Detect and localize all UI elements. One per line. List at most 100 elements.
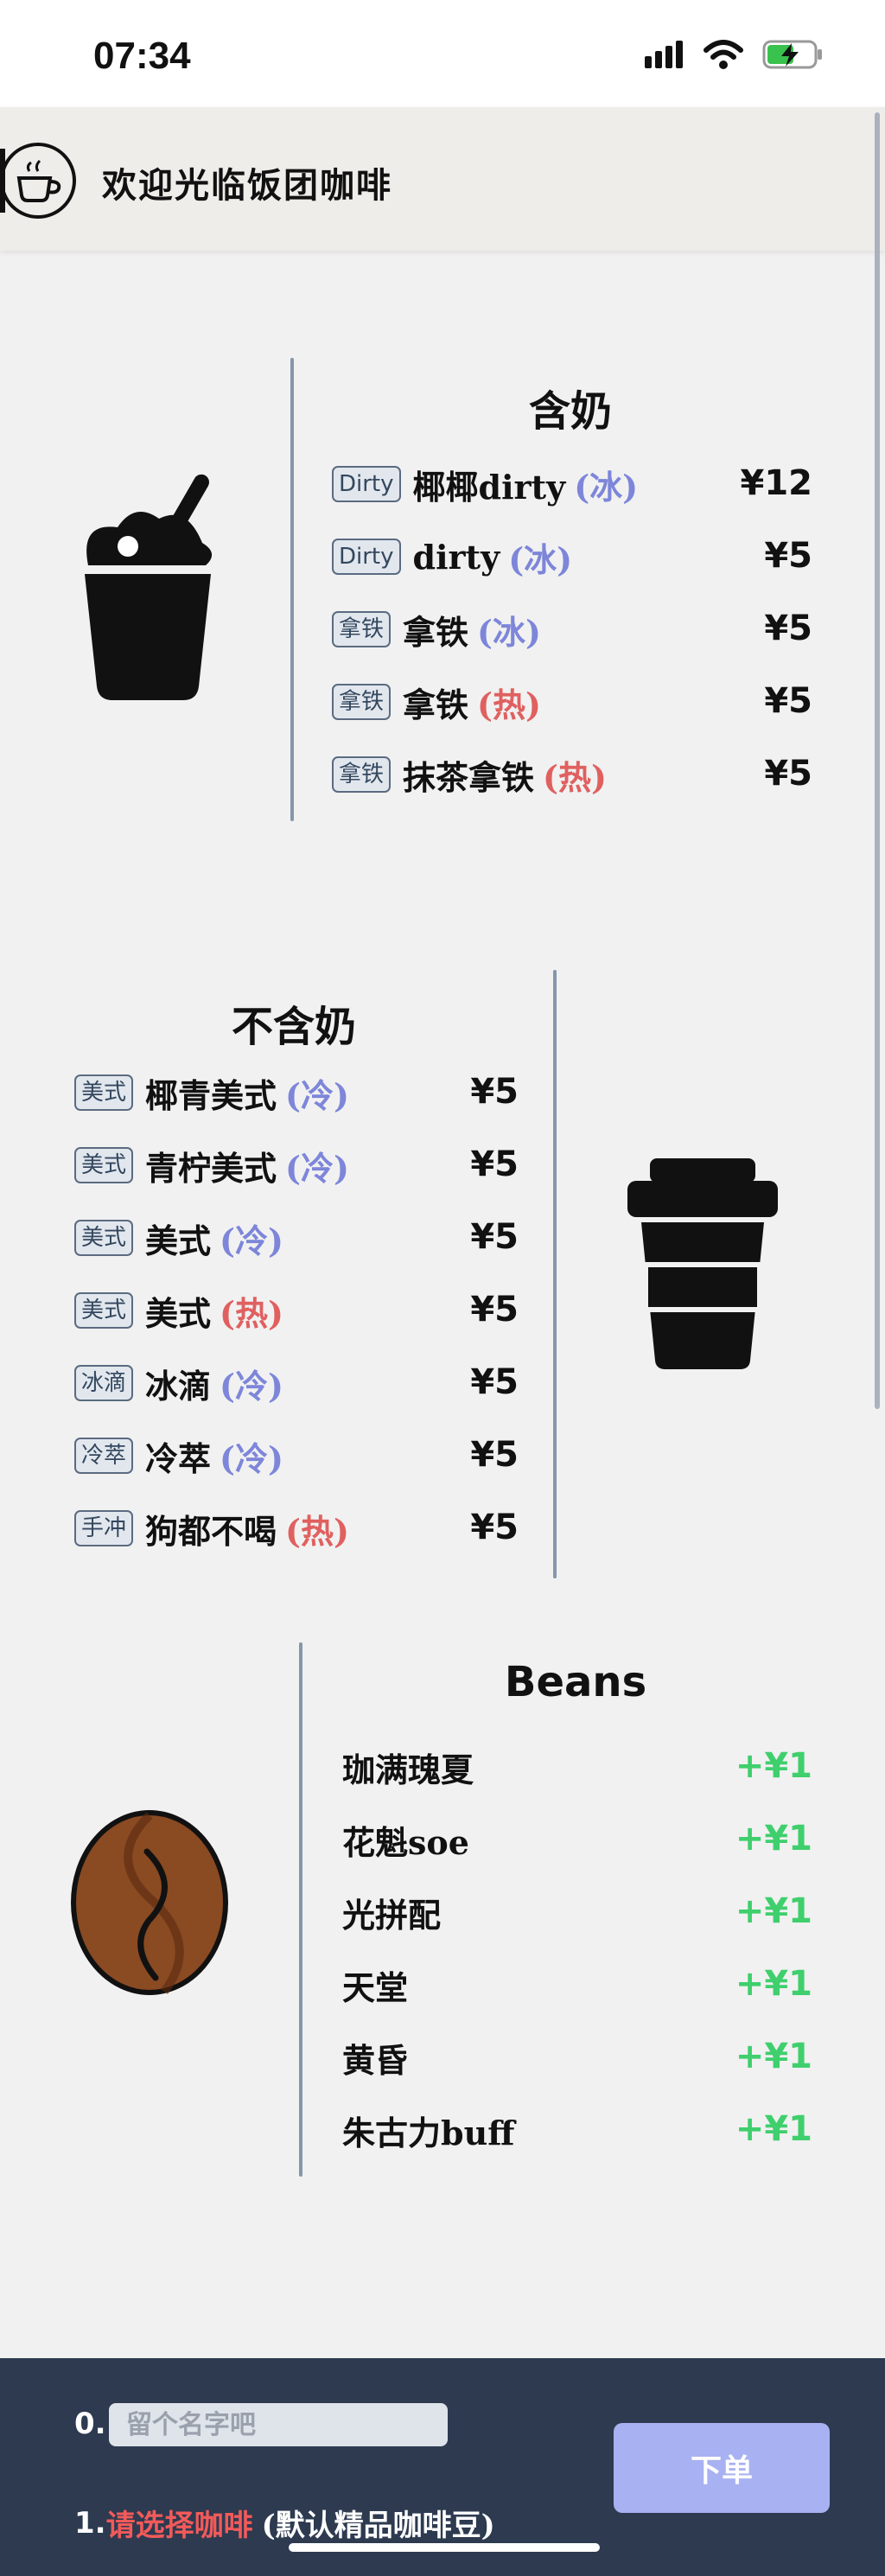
no-milk-section-divider	[553, 970, 557, 1578]
header-title: 欢迎光临饭团咖啡	[102, 165, 392, 206]
drink-type-tag: 美式	[74, 1292, 134, 1329]
app-header: 欢迎光临饭团咖啡	[0, 107, 885, 251]
drink-type-tag: 冰滴	[74, 1365, 134, 1401]
drink-type-tag: Dirty	[332, 466, 401, 502]
bean-name: 珈满瑰夏	[342, 1750, 474, 1789]
drink-name: 冰滴	[145, 1366, 212, 1406]
bean-name: 黄昏	[342, 2040, 409, 2080]
bean-item[interactable]: 珈满瑰夏	[342, 1741, 474, 1793]
drink-name: 狗都不喝	[145, 1511, 277, 1551]
customer-name-input[interactable]	[109, 2403, 448, 2446]
drink-price: ¥5	[764, 754, 812, 794]
coffee-cup-logo-icon	[0, 143, 76, 219]
bean-item[interactable]: 光拼配	[342, 1886, 441, 1938]
drink-type-tag: 拿铁	[332, 756, 392, 793]
milk-section-divider	[290, 358, 294, 821]
bean-item[interactable]: 黄昏	[342, 2031, 408, 2083]
bean-price: +¥1	[735, 2109, 812, 2149]
drink-price: ¥5	[470, 1145, 519, 1184]
bean-name: 朱古力buff	[342, 2113, 515, 2152]
drink-temp: (热)	[543, 757, 607, 797]
bean-price: +¥1	[735, 2037, 812, 2076]
select-coffee-hint: 请选择咖啡	[105, 2509, 253, 2543]
menu-item-hot-americano[interactable]: 美式 美式 (热)	[74, 1285, 283, 1336]
drink-name: 美式	[145, 1293, 212, 1333]
drink-name: 拿铁	[403, 612, 469, 652]
drink-type-tag: 美式	[74, 1147, 134, 1183]
menu-item-dirty[interactable]: Dirty dirty (冰)	[332, 531, 572, 583]
drink-price: ¥5	[470, 1362, 519, 1402]
bean-price: +¥1	[735, 1964, 812, 2004]
bean-item[interactable]: 天堂	[342, 1959, 408, 2011]
bean-item[interactable]: 朱古力buff	[342, 2104, 514, 2156]
menu-item-cold-brew[interactable]: 冷萃 冷萃 (冷)	[74, 1430, 283, 1482]
bean-price: +¥1	[735, 1819, 812, 1859]
menu-item-iced-latte[interactable]: 拿铁 拿铁 (冰)	[332, 603, 541, 655]
drink-price: ¥5	[470, 1290, 519, 1329]
drink-temp: (热)	[220, 1293, 283, 1333]
drink-price: ¥5	[470, 1217, 519, 1257]
menu-item-coconut-americano[interactable]: 美式 椰青美式 (冷)	[74, 1067, 349, 1119]
drink-type-tag: 拿铁	[332, 611, 392, 647]
drink-price: ¥5	[470, 1435, 519, 1475]
drink-price: ¥12	[740, 463, 813, 503]
coffee-bean-icon	[71, 1810, 228, 1995]
menu-item-iced-americano[interactable]: 美式 美式 (冷)	[74, 1212, 283, 1264]
home-indicator	[289, 2543, 600, 2552]
menu-item-hot-latte[interactable]: 拿铁 拿铁 (热)	[332, 676, 541, 728]
drink-name: 椰青美式	[145, 1075, 277, 1115]
beans-section: Beans 珈满瑰夏 +¥1 花魁soe +¥1 光拼配 +¥1 天堂 +¥1 …	[0, 1639, 885, 2184]
bean-name: 天堂	[342, 1967, 409, 2007]
menu-item-coconut-dirty[interactable]: Dirty 椰椰dirty (冰)	[332, 458, 638, 510]
drink-temp: (冷)	[285, 1075, 349, 1115]
status-icons	[645, 40, 825, 69]
drink-temp: (冷)	[220, 1221, 283, 1260]
no-milk-section-title: 不含奶	[231, 1003, 356, 1051]
step0-label: 0.	[74, 2407, 106, 2441]
drink-temp: (冷)	[220, 1366, 283, 1406]
drink-name: 冷萃	[145, 1438, 212, 1478]
menu-item-matcha-latte[interactable]: 拿铁 抹茶拿铁 (热)	[332, 749, 607, 800]
bean-price: +¥1	[735, 1891, 812, 1931]
drink-type-tag: 美式	[74, 1220, 134, 1256]
menu-item-cold-drip[interactable]: 冰滴 冰滴 (冷)	[74, 1357, 283, 1409]
drink-name: 青柠美式	[145, 1148, 277, 1188]
takeaway-coffee-cup-icon	[627, 1158, 778, 1369]
drink-price: ¥5	[470, 1072, 519, 1112]
drink-type-tag: 美式	[74, 1074, 134, 1111]
drink-temp: (冰)	[508, 539, 573, 579]
bean-item[interactable]: 花魁soe	[342, 1814, 469, 1865]
beans-section-title: Beans	[504, 1658, 647, 1706]
battery-charging-icon	[762, 40, 822, 69]
drink-price: ¥5	[470, 1508, 519, 1547]
drink-temp: (热)	[285, 1511, 349, 1551]
status-bar: 07:34	[0, 0, 885, 107]
bean-price: +¥1	[735, 1746, 812, 1786]
drink-temp: (冰)	[574, 467, 639, 507]
milk-section-title: 含奶	[528, 387, 612, 436]
drink-name: 美式	[145, 1221, 212, 1260]
drink-name: dirty	[412, 537, 500, 577]
drink-type-tag: 手冲	[74, 1510, 134, 1546]
step1-label: 1.	[74, 2505, 106, 2541]
bean-name: 光拼配	[342, 1895, 442, 1935]
wifi-icon	[704, 40, 743, 69]
drink-price: ¥5	[764, 681, 812, 721]
drink-type-tag: 拿铁	[332, 684, 392, 720]
drink-name: 椰椰dirty	[412, 467, 566, 507]
menu-item-lime-americano[interactable]: 美式 青柠美式 (冷)	[74, 1139, 349, 1191]
cellular-signal-icon	[645, 41, 683, 68]
drink-price: ¥5	[764, 536, 812, 576]
drink-type-tag: Dirty	[332, 539, 401, 575]
drink-temp: (冷)	[285, 1148, 349, 1188]
drink-type-tag: 冷萃	[74, 1438, 134, 1474]
drink-temp: (冷)	[220, 1438, 283, 1478]
drink-temp: (热)	[477, 685, 541, 724]
drink-price: ¥5	[764, 609, 812, 648]
drink-name: 抹茶拿铁	[403, 757, 535, 797]
menu-item-pour-over[interactable]: 手冲 狗都不喝 (热)	[74, 1502, 349, 1554]
page-scrollbar[interactable]	[875, 112, 880, 1409]
default-bean-note: (默认精品咖啡豆)	[261, 2509, 495, 2543]
milk-section: 含奶 Dirty 椰椰dirty (冰) ¥12 Dirty dirty (冰)…	[0, 354, 885, 838]
place-order-button[interactable]: 下单	[614, 2423, 830, 2513]
